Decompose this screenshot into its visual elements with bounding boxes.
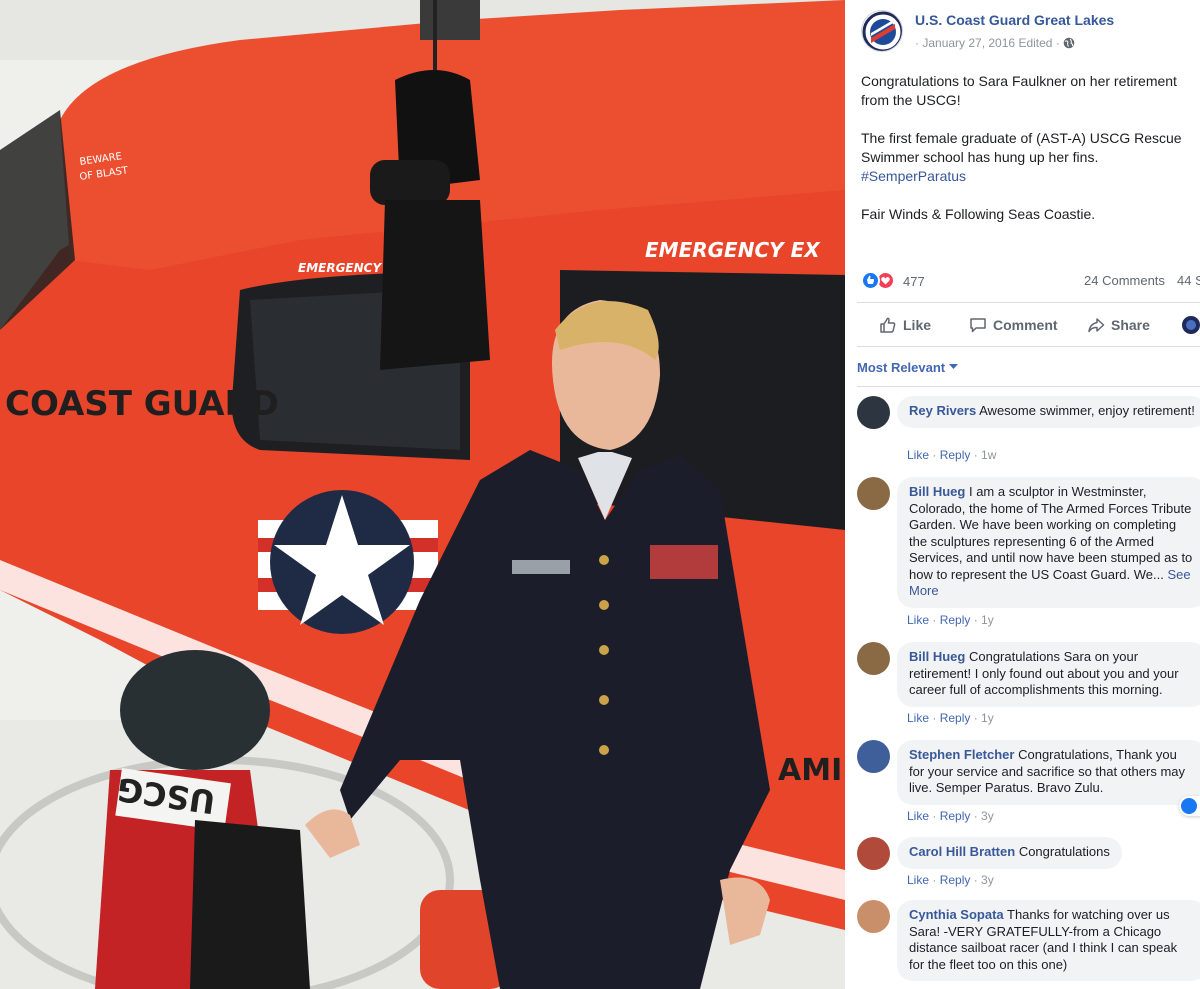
svg-text:EMERGENCY: EMERGENCY [298,261,382,275]
post-text-line: Congratulations to Sara Faulkner on her … [861,73,1177,89]
commenter-name[interactable]: Rey Rivers [909,403,976,418]
comment-time[interactable]: 1y [981,613,994,627]
comment-button[interactable]: Comment [969,309,1058,341]
like-button[interactable]: Like [879,309,931,341]
comment-like-link[interactable]: Like [907,448,929,462]
comment-text: Congratulations [1018,844,1110,859]
svg-text:AMI: AMI [778,753,842,788]
comment-time[interactable]: 1w [981,448,996,462]
comment-bubble: Cynthia Sopata Thanks for watching over … [897,900,1200,981]
comments-count[interactable]: 24 Comments [1084,273,1165,288]
commenter-name[interactable]: Cynthia Sopata [909,907,1004,922]
comment-bubble: Rey Rivers Awesome swimmer, enjoy retire… [897,396,1200,428]
post-text-line: Swimmer school has hung up her fins. [861,149,1099,165]
comment-like-link[interactable]: Like [907,711,929,725]
comment-bubble: Bill Hueg I am a sculptor in Westminster… [897,477,1200,608]
profile-avatar-icon [1182,316,1200,334]
post-text-line: from the USCG! [861,92,961,108]
hashtag-link[interactable]: #SemperParatus [861,168,966,184]
comment-text: Awesome swimmer, enjoy retirement! [979,403,1195,418]
commenter-avatar[interactable] [857,642,890,675]
commenter-name[interactable]: Bill Hueg [909,649,965,664]
post-message: Congratulations to Sara Faulkner on her … [861,72,1200,243]
commenter-avatar[interactable] [857,900,890,933]
post-panel: U.S. Coast Guard Great Lakes · January 2… [845,0,1200,989]
divider [857,386,1200,387]
comment-actions: Like · Reply · 1y [907,613,994,627]
commenter-avatar[interactable] [857,396,890,429]
svg-text:EMERGENCY EX: EMERGENCY EX [645,238,821,262]
post-header: U.S. Coast Guard Great Lakes · January 2… [861,10,1200,56]
comment-actions: Like · Reply · 1w [907,448,997,462]
globe-icon[interactable] [1063,37,1075,49]
post-meta: · January 27, 2016 Edited · [915,36,1075,50]
comment-like-link[interactable]: Like [907,873,929,887]
comment-reply-link[interactable]: Reply [940,448,971,462]
post-actions: Like Comment Share [857,309,1200,341]
like-reaction-icon [861,271,880,290]
commenter-avatar[interactable] [857,477,890,510]
page-avatar[interactable] [861,10,903,52]
page-name[interactable]: U.S. Coast Guard Great Lakes [915,12,1114,28]
commenter-name[interactable]: Carol Hill Bratten [909,844,1015,859]
like-label: Like [903,317,932,333]
commenter-avatar[interactable] [857,837,890,870]
fuselage-text: COAST GUARD [5,384,279,424]
comment-reply-link[interactable]: Reply [940,711,971,725]
profile-selector-avatar[interactable] [1181,309,1200,341]
commenter-name[interactable]: Bill Hueg [909,484,965,499]
post-text-line: The first female graduate of (AST-A) USC… [861,130,1182,146]
helicopter-photo: COAST GUARD EMERGENCY EX EMERGENCY BEWAR… [0,0,845,989]
post-stats: 477 24 Comments 44 Shares [861,270,1200,292]
like-reaction-icon [1181,798,1197,814]
comment-time[interactable]: 3y [981,873,994,887]
comment-bubble: Carol Hill Bratten Congratulations [897,837,1122,869]
comment-icon [970,318,986,333]
comment-sort-dropdown[interactable]: Most Relevant [857,360,958,375]
comment-label: Comment [993,317,1058,333]
comment-bubble: Bill Hueg Congratulations Sara on your r… [897,642,1200,707]
share-button[interactable]: Share [1087,309,1150,341]
comment-time[interactable]: 3y [981,809,994,823]
divider [857,302,1200,303]
comment-reply-link[interactable]: Reply [940,809,971,823]
shares-count[interactable]: 44 Shares [1177,273,1200,288]
uscg-logo-icon [862,11,902,51]
thumbs-up-icon [880,317,896,333]
comment-time[interactable]: 1y [981,711,994,725]
commenter-avatar[interactable] [857,740,890,773]
comment-bubble: Stephen Fletcher Congratulations, Thank … [897,740,1200,805]
comment-reply-link[interactable]: Reply [940,613,971,627]
post-date[interactable]: January 27, 2016 [922,36,1015,50]
share-label: Share [1111,317,1150,333]
divider [857,346,1200,347]
comment-reply-link[interactable]: Reply [940,873,971,887]
comment-actions: Like · Reply · 1y [907,711,994,725]
sort-label: Most Relevant [857,360,946,375]
comment-actions: Like · Reply · 3y [907,873,994,887]
post-closing: Fair Winds & Following Seas Coastie. [861,206,1096,222]
reaction-count: 477 [903,274,925,289]
comment-reaction-badge[interactable]: 1 [1179,796,1200,816]
post-edited[interactable]: Edited [1018,36,1052,50]
share-icon [1088,318,1105,333]
post-separator: · [915,36,919,50]
post-photo[interactable]: COAST GUARD EMERGENCY EX EMERGENCY BEWAR… [0,0,845,989]
comment-actions: Like · Reply · 3y [907,809,994,823]
comment-like-link[interactable]: Like [907,809,929,823]
commenter-name[interactable]: Stephen Fletcher [909,747,1014,762]
comment-like-link[interactable]: Like [907,613,929,627]
caret-down-icon [948,364,958,369]
